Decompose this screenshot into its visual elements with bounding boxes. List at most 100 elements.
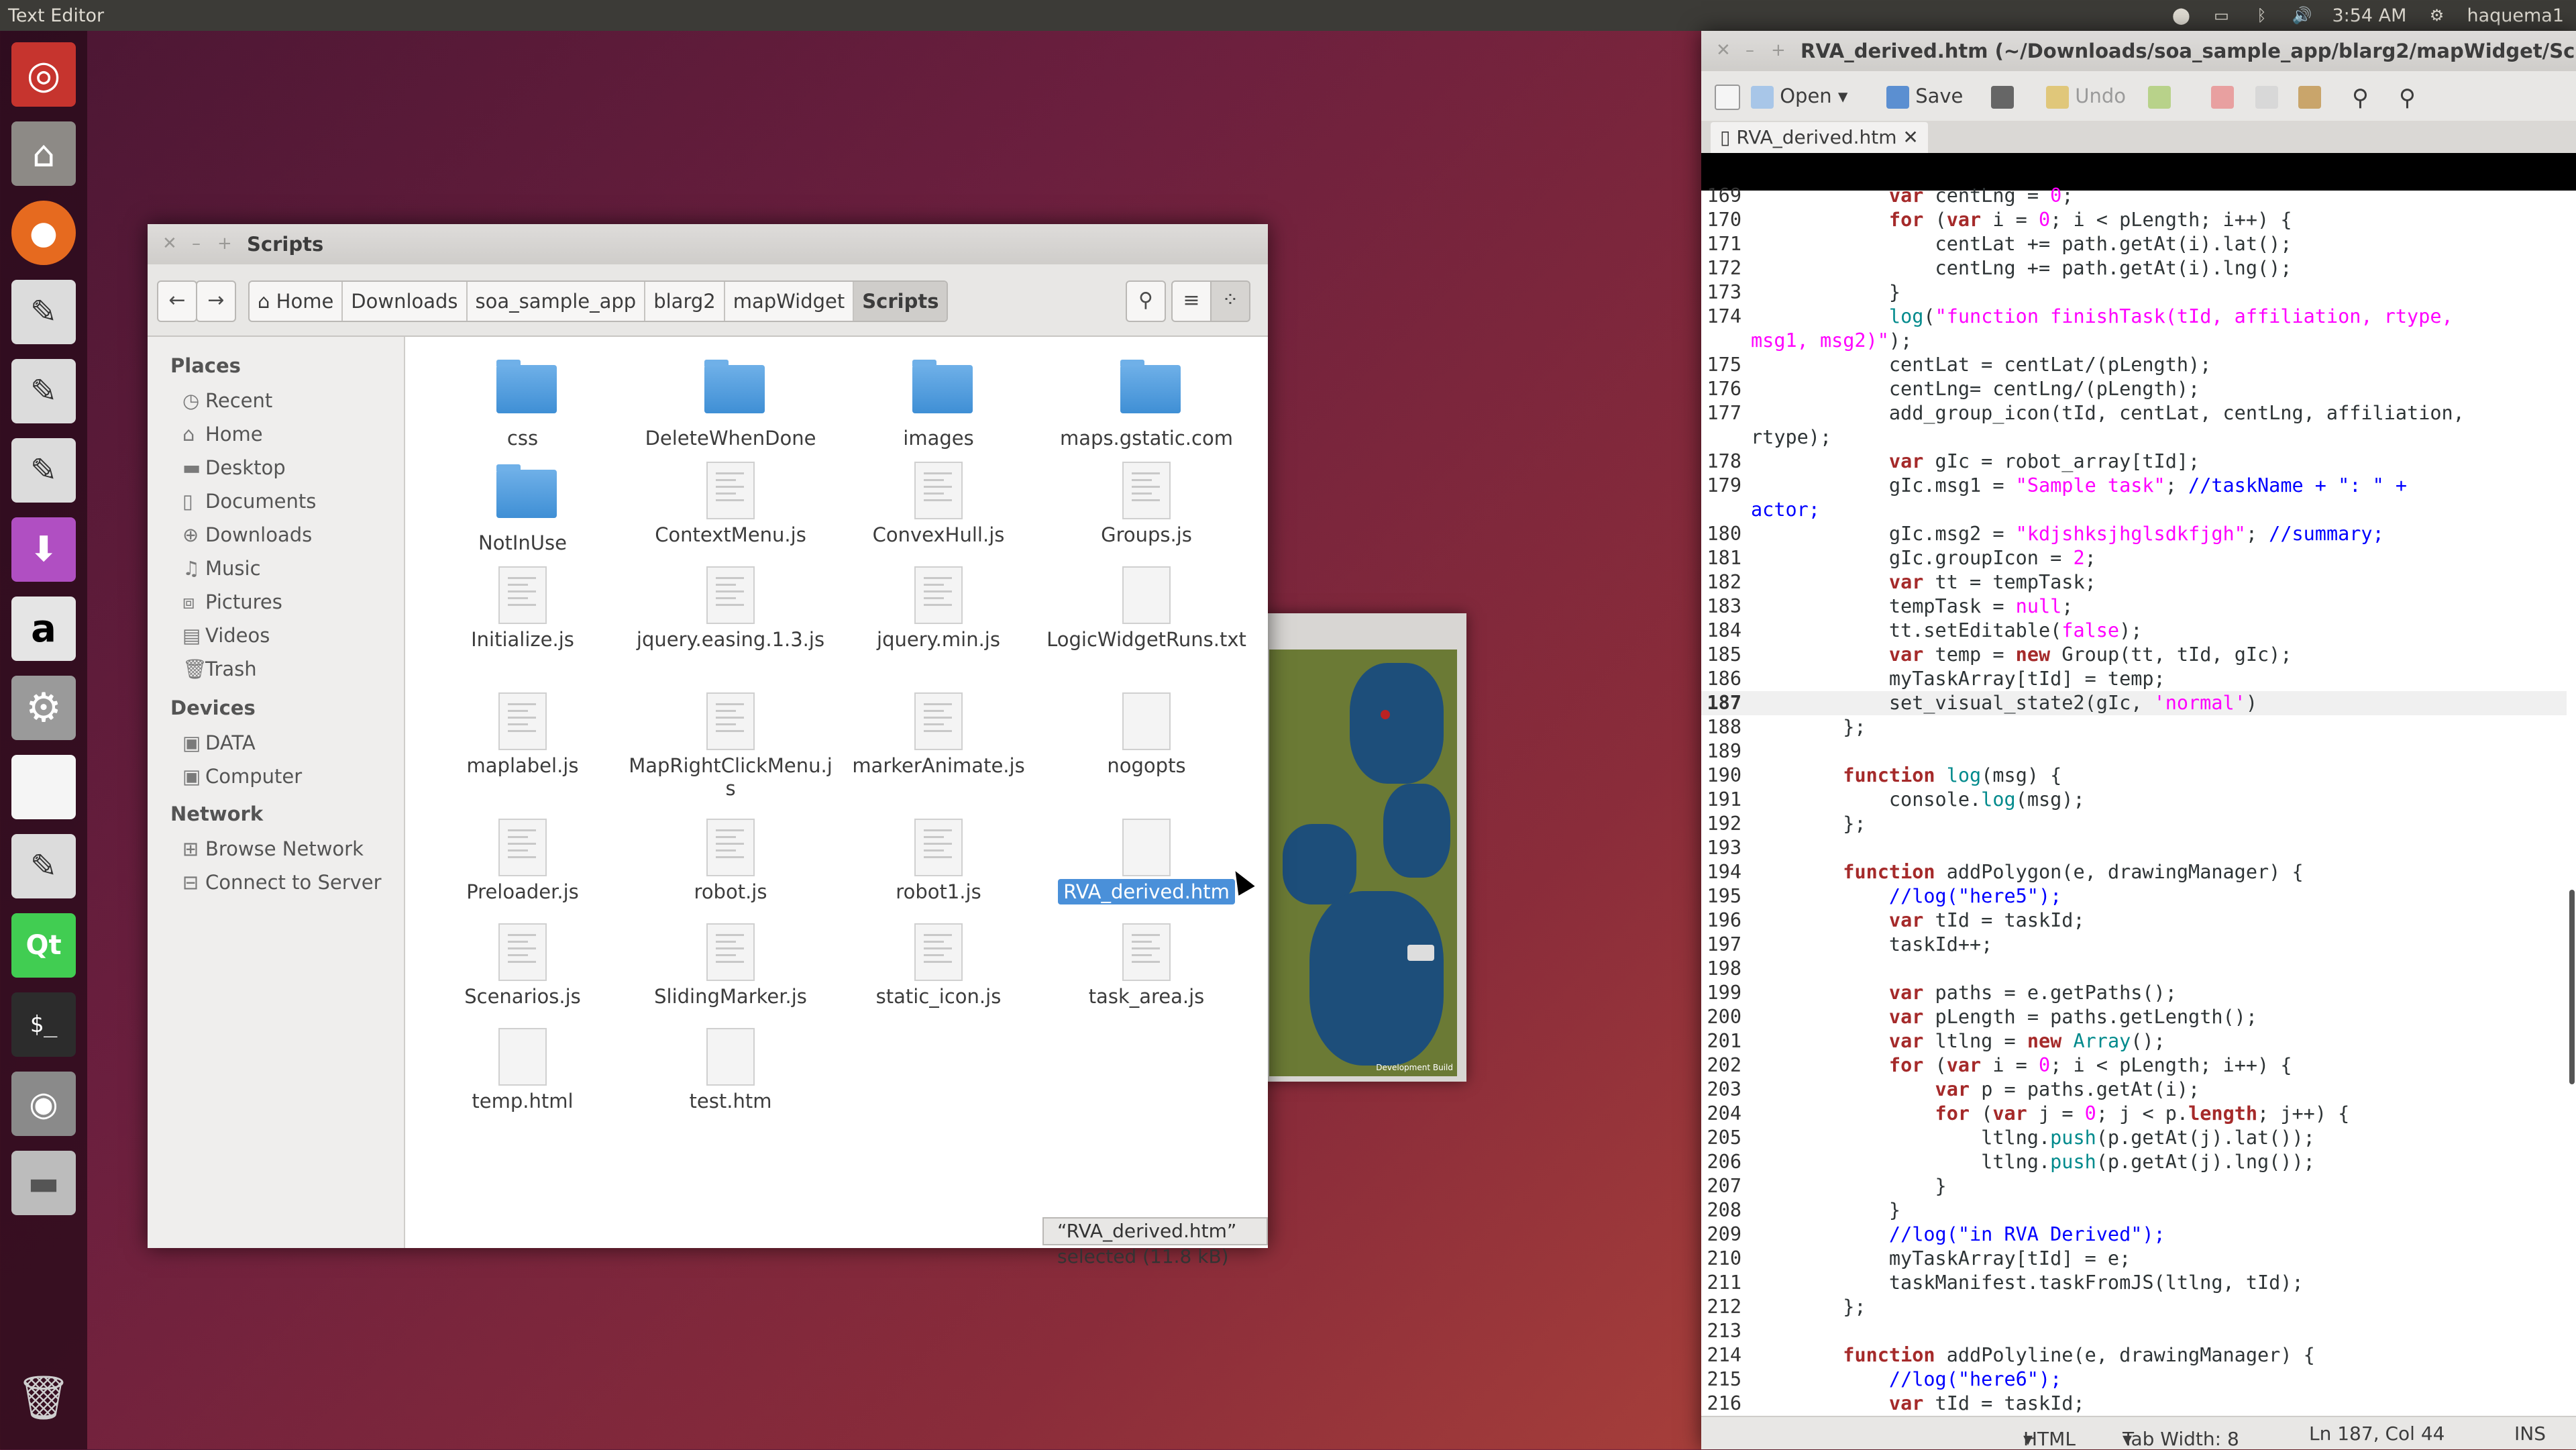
- file-item[interactable]: ConvexHull.js: [835, 462, 1042, 546]
- settings-launcher[interactable]: ⚙: [7, 672, 80, 743]
- hex-map[interactable]: Development Build: [1269, 650, 1457, 1076]
- file-item[interactable]: Initialize.js: [419, 566, 627, 651]
- text-editor-launcher-2[interactable]: ✎: [7, 356, 80, 427]
- sidebar-item-pictures[interactable]: ⧈ Pictures: [182, 590, 282, 614]
- sidebar-item-data[interactable]: ▣ DATA: [182, 731, 256, 754]
- minimize-icon[interactable]: –: [192, 234, 201, 254]
- vertical-scrollbar[interactable]: [2569, 890, 2575, 1084]
- terminal-launcher[interactable]: $_: [7, 989, 80, 1060]
- folder-item[interactable]: NotInUse: [419, 462, 627, 554]
- cut-button[interactable]: [2211, 85, 2234, 109]
- file-name: task_area.js: [1042, 985, 1250, 1008]
- folder-item[interactable]: maps.gstatic.com: [1042, 357, 1250, 450]
- tab-rva-derived[interactable]: ▯ RVA_derived.htm ✕: [1711, 122, 1928, 153]
- print-button[interactable]: [1991, 85, 2014, 109]
- sidebar-item-documents[interactable]: ▯ Documents: [182, 490, 316, 513]
- file-item[interactable]: static_icon.js: [835, 923, 1042, 1008]
- close-icon[interactable]: ✕: [1716, 40, 1731, 60]
- code-line: 179 gIc.msg1 = "Sample task"; //taskName…: [1707, 474, 2408, 497]
- text-editor-launcher-3[interactable]: ✎: [7, 435, 80, 506]
- file-item[interactable]: temp.html: [419, 1028, 627, 1112]
- file-item[interactable]: jquery.min.js: [835, 566, 1042, 651]
- keyboard-indicator-icon[interactable]: ▭: [2211, 5, 2231, 25]
- search-button[interactable]: ⚲: [1126, 280, 1166, 322]
- file-item[interactable]: RVA_derived.htm: [1042, 819, 1250, 904]
- ubuntu-software-launcher[interactable]: ⬇: [7, 514, 80, 585]
- find-button[interactable]: ⚲: [2352, 85, 2369, 111]
- sidebar-item-desktop[interactable]: ▬ Desktop: [182, 456, 286, 479]
- grid-view-button[interactable]: ⁘: [1210, 280, 1250, 322]
- new-document-button[interactable]: [1715, 85, 1740, 110]
- file-item[interactable]: Preloader.js: [419, 819, 627, 903]
- crumb-home[interactable]: ⌂ Home: [250, 282, 343, 321]
- file-item[interactable]: MapRightClickMenu.js: [627, 692, 835, 800]
- folder-item[interactable]: DeleteWhenDone: [627, 357, 835, 450]
- forward-button[interactable]: →: [196, 280, 236, 322]
- save-button[interactable]: Save: [1886, 85, 1963, 109]
- sidebar-item-trash[interactable]: 🗑Trash: [182, 658, 257, 681]
- amazon-launcher[interactable]: a: [7, 593, 80, 664]
- undo-button[interactable]: Undo: [2046, 85, 2126, 109]
- file-item[interactable]: Scenarios.js: [419, 923, 627, 1008]
- crumb-mapwidget[interactable]: mapWidget: [725, 282, 855, 321]
- red-marker[interactable]: [1381, 710, 1390, 719]
- maximize-icon[interactable]: +: [217, 234, 232, 254]
- file-item[interactable]: SlidingMarker.js: [627, 923, 835, 1008]
- trash-launcher[interactable]: 🗑: [7, 1362, 80, 1433]
- gedit-launcher[interactable]: ✎: [7, 831, 80, 902]
- crumb-downloads[interactable]: Downloads: [343, 282, 468, 321]
- sidebar-item-recent[interactable]: ◷ Recent: [182, 389, 272, 412]
- file-item[interactable]: nogopts: [1042, 692, 1250, 777]
- open-button[interactable]: Open ▾: [1751, 85, 1847, 109]
- file-item[interactable]: task_area.js: [1042, 923, 1250, 1008]
- maximize-icon[interactable]: +: [1771, 40, 1786, 60]
- user-menu[interactable]: haquema1: [2467, 5, 2564, 26]
- dash-button[interactable]: ◎: [7, 39, 80, 110]
- back-button[interactable]: ←: [157, 280, 197, 322]
- crumb-soa-sample-app[interactable]: soa_sample_app: [468, 282, 646, 321]
- network-indicator-icon[interactable]: ⬤: [2171, 5, 2191, 25]
- close-icon[interactable]: ✕: [162, 234, 177, 254]
- close-icon[interactable]: ✕: [1902, 126, 1918, 148]
- file-item[interactable]: markerAnimate.js: [835, 692, 1042, 777]
- screenshot-launcher[interactable]: ◉: [7, 1068, 80, 1139]
- find-replace-button[interactable]: ⚲: [2399, 85, 2416, 111]
- list-view-button[interactable]: ≡: [1171, 280, 1212, 322]
- code-view[interactable]: 169 var centLng = 0; 170 for (var i = 0;…: [1701, 184, 2567, 1429]
- robot-marker[interactable]: [1407, 945, 1434, 961]
- redo-button[interactable]: [2148, 85, 2171, 109]
- sidebar-item-downloads[interactable]: ⊕ Downloads: [182, 523, 312, 546]
- paste-button[interactable]: [2298, 85, 2321, 109]
- sidebar-item-computer[interactable]: ▣ Computer: [182, 765, 302, 788]
- file-item[interactable]: maplabel.js: [419, 692, 627, 777]
- text-editor-launcher-1[interactable]: ✎: [7, 276, 80, 348]
- minimize-icon[interactable]: –: [1746, 40, 1754, 60]
- files-launcher[interactable]: ⌂: [7, 118, 80, 189]
- sidebar-item-music[interactable]: ♫ Music: [182, 557, 261, 580]
- folder-item[interactable]: css: [419, 357, 627, 450]
- copy-button[interactable]: [2255, 85, 2278, 109]
- gear-icon[interactable]: ⚙: [2426, 5, 2447, 25]
- file-item[interactable]: robot1.js: [835, 819, 1042, 903]
- blank-app-launcher[interactable]: [7, 752, 80, 823]
- clock[interactable]: 3:54 AM: [2332, 5, 2406, 26]
- crumb-blarg2[interactable]: blarg2: [645, 282, 725, 321]
- file-item[interactable]: ContextMenu.js: [627, 462, 835, 546]
- sidebar-item-browse-network[interactable]: ⊞ Browse Network: [182, 837, 364, 860]
- file-item[interactable]: Groups.js: [1042, 462, 1250, 546]
- crumb-scripts[interactable]: Scripts: [854, 282, 947, 321]
- volume-icon[interactable]: 🔊: [2292, 5, 2312, 25]
- firefox-launcher[interactable]: ●: [7, 197, 80, 268]
- folder-item[interactable]: images: [835, 357, 1042, 450]
- file-item[interactable]: jquery.easing.1.3.js: [627, 566, 835, 651]
- bluetooth-icon[interactable]: ᛒ: [2251, 5, 2271, 25]
- sidebar-item-home[interactable]: ⌂ Home: [182, 423, 263, 446]
- file-item[interactable]: LogicWidgetRuns.txt: [1042, 566, 1250, 651]
- sidebar-item-connect-to-server[interactable]: ⊟ Connect to Server: [182, 871, 382, 894]
- file-item[interactable]: test.htm: [627, 1028, 835, 1112]
- file-item[interactable]: robot.js: [627, 819, 835, 903]
- sidebar-item-videos[interactable]: ▤ Videos: [182, 624, 270, 647]
- map-window[interactable]: Development Build: [1261, 613, 1466, 1082]
- disk-launcher[interactable]: ▬: [7, 1147, 80, 1219]
- qt-creator-launcher[interactable]: Qt: [7, 910, 80, 981]
